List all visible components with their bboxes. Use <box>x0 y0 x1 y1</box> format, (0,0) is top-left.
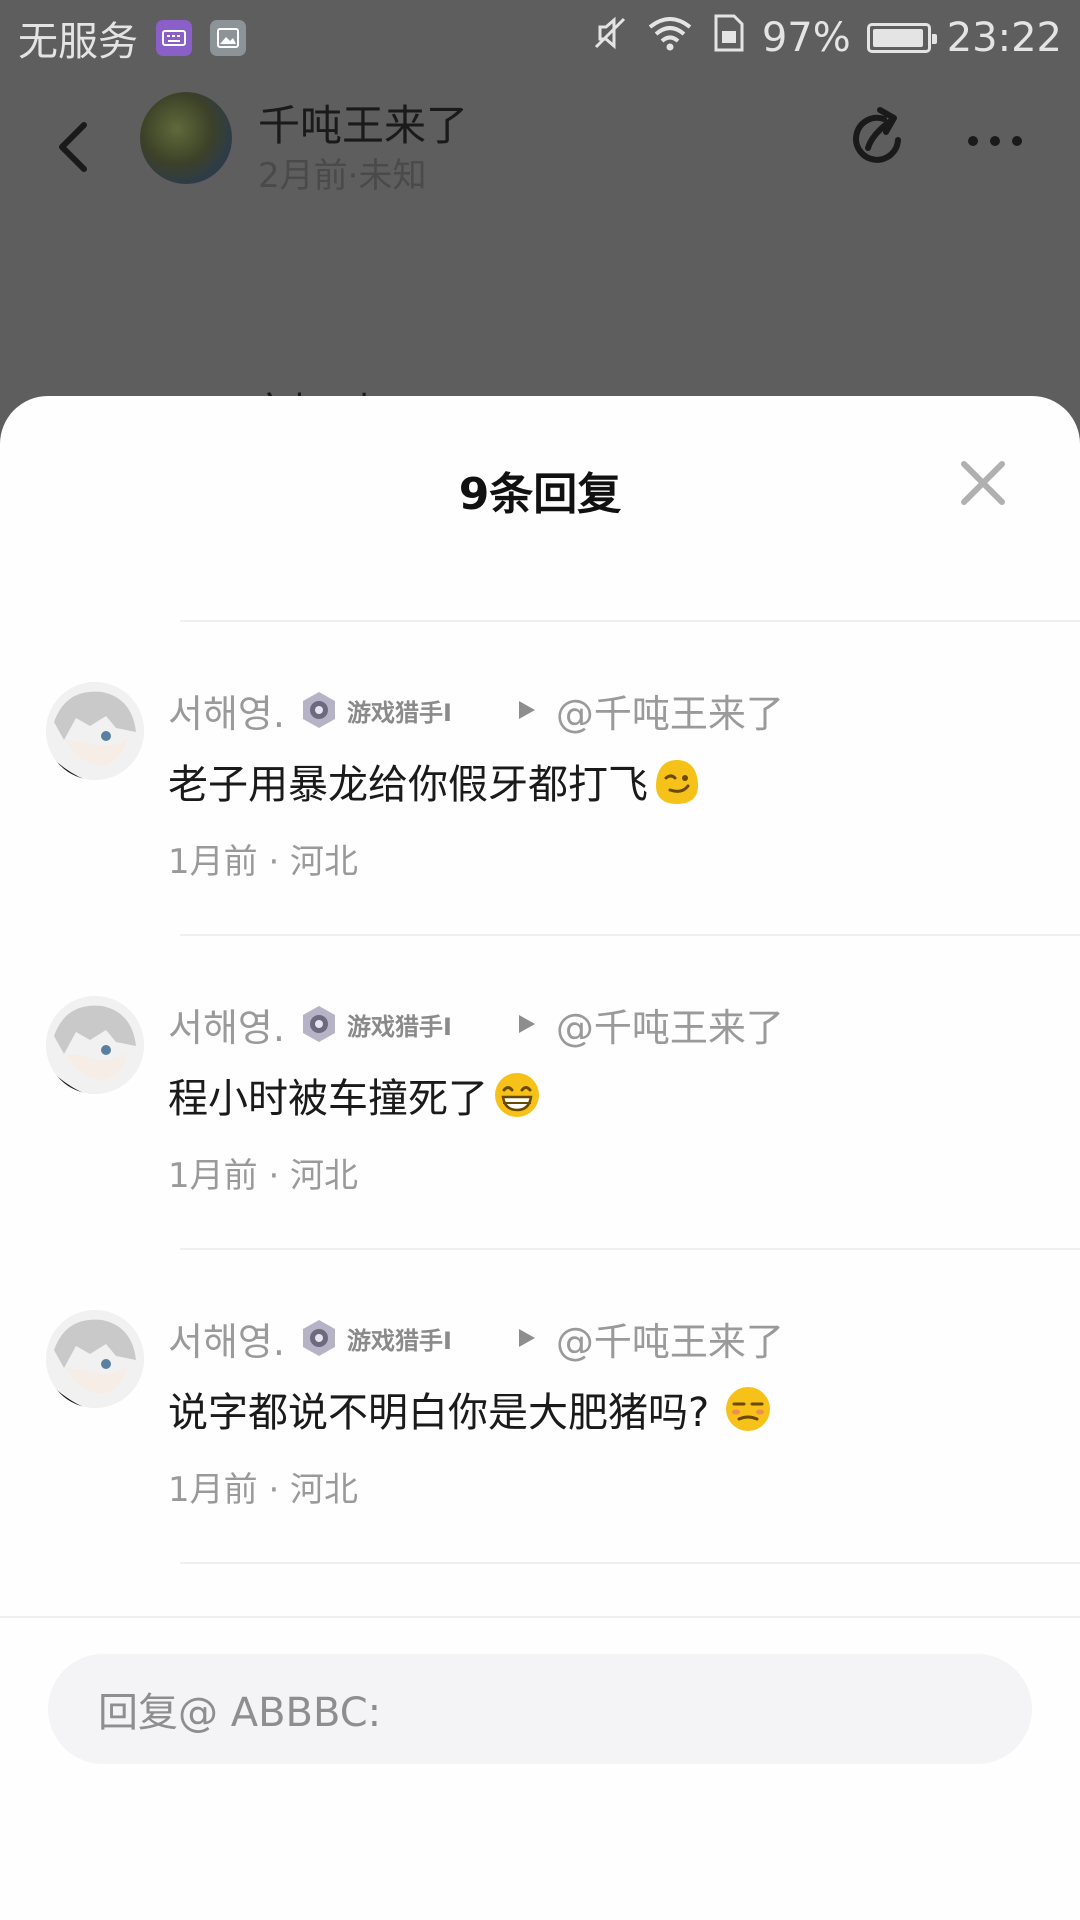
share-icon <box>853 107 901 163</box>
reply-target[interactable]: @千吨王来了 <box>556 997 784 1052</box>
more-dot-icon <box>1012 136 1022 146</box>
reply-target[interactable]: @千吨王来了 <box>556 1311 784 1366</box>
comment-text-row: 老子用暴龙给你假牙都打飞 <box>168 752 702 810</box>
comment-item[interactable]: 서해영. 游戏猎手I @千吨王来了 说字都说不明白你是大肥猪吗? 1月前 · 河… <box>0 1250 1080 1560</box>
post-header: 千吨王来了 2月前·未知 <box>0 76 1080 226</box>
comment-text-row: 程小时被车撞死了 <box>168 1066 542 1124</box>
level-badge: 游戏猎手I <box>299 690 452 730</box>
comment-meta: 1月前 · 河北 <box>168 1470 359 1510</box>
badge-label: 游戏猎手I <box>346 1326 452 1355</box>
battery-percent: 97% <box>761 15 851 61</box>
reply-arrow-icon <box>518 701 535 719</box>
hunter-badge-icon <box>302 692 335 728</box>
comment-text: 程小时被车撞死了 <box>168 1076 488 1122</box>
comment-text-row: 说字都说不明白你是大肥猪吗? <box>168 1380 773 1438</box>
wink-emoji-icon <box>656 760 698 804</box>
comment-meta: 1月前 · 河北 <box>168 1156 359 1196</box>
keyboard-icon <box>156 20 192 56</box>
unamused-emoji-icon <box>726 1387 771 1431</box>
author-avatar[interactable] <box>140 92 232 184</box>
reply-arrow-icon <box>518 1015 535 1033</box>
hunter-badge-icon <box>302 1006 335 1042</box>
badge-label: 游戏猎手I <box>346 1012 452 1041</box>
back-button[interactable] <box>44 112 104 182</box>
badge-label: 游戏猎手I <box>346 698 452 727</box>
comment-meta: 1月前 · 河北 <box>168 842 359 882</box>
image-icon <box>210 20 246 56</box>
commenter-name[interactable]: 서해영. <box>168 683 285 738</box>
battery-icon <box>866 23 937 53</box>
clock: 23:22 <box>946 15 1062 61</box>
hunter-badge-icon <box>302 1320 335 1356</box>
comment-text: 老子用暴龙给你假牙都打飞 <box>168 762 648 808</box>
sheet-title: 9条回复 <box>458 469 622 520</box>
replies-sheet: 9条回复 서해영. 游戏猎手I @千吨王来了 老子用暴龙给你假牙都打飞 1月前 … <box>0 396 1080 1920</box>
reply-arrow-icon <box>518 1329 535 1347</box>
chevron-left-icon <box>59 122 87 172</box>
screen: 无服务 97% 23:22 千吨王来了 2月前·未知 9条回复 서해영. 游戏猎… <box>0 0 1080 1920</box>
footer-separator <box>0 1616 1080 1618</box>
comment-item[interactable]: 서해영. 游戏猎手I @千吨王来了 老子用暴龙给你假牙都打飞 1月前 · 河北 <box>0 622 1080 932</box>
carrier-text: 无服务 <box>18 19 138 65</box>
post-meta: 2月前·未知 <box>258 156 427 196</box>
comment-text: 说字都说不明白你是大肥猪吗? <box>168 1390 710 1436</box>
sim-icon <box>710 13 746 63</box>
level-badge: 游戏猎手I <box>299 1004 452 1044</box>
commenter-avatar[interactable] <box>46 682 144 780</box>
commenter-name[interactable]: 서해영. <box>168 997 285 1052</box>
share-button[interactable] <box>842 104 912 174</box>
more-dot-icon <box>990 136 1000 146</box>
commenter-avatar[interactable] <box>46 996 144 1094</box>
more-button[interactable] <box>960 116 1030 166</box>
author-name[interactable]: 千吨王来了 <box>258 92 468 153</box>
wifi-icon <box>646 13 694 63</box>
divider <box>180 1562 1080 1564</box>
mute-icon <box>590 13 630 63</box>
more-dot-icon <box>968 136 978 146</box>
status-bar: 无服务 97% 23:22 <box>0 0 1080 76</box>
reply-input-placeholder: 回复@ ABBBC: <box>98 1690 382 1736</box>
commenter-name[interactable]: 서해영. <box>168 1311 285 1366</box>
close-icon <box>961 461 1005 505</box>
commenter-avatar[interactable] <box>46 1310 144 1408</box>
reply-input[interactable]: 回复@ ABBBC: <box>48 1654 1032 1764</box>
grin-emoji-icon <box>495 1073 539 1117</box>
reply-target[interactable]: @千吨王来了 <box>556 683 784 738</box>
level-badge: 游戏猎手I <box>299 1318 452 1358</box>
comment-item[interactable]: 서해영. 游戏猎手I @千吨王来了 程小时被车撞死了 1月前 · 河北 <box>0 936 1080 1246</box>
close-button[interactable] <box>958 458 1008 508</box>
